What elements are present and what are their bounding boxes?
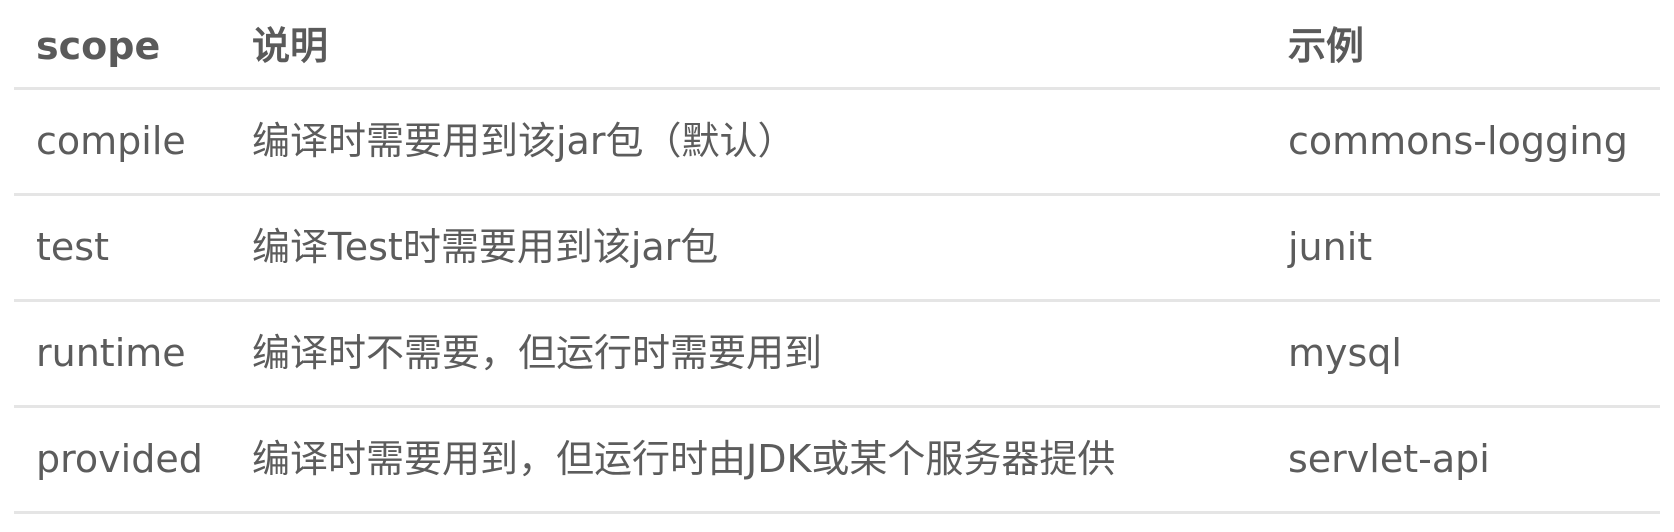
cell-description: 编译时不需要，但运行时需要用到 — [230, 300, 1266, 408]
page: scope 说明 示例 compile 编译时需要用到该jar包（默认） com… — [0, 0, 1674, 532]
cell-example: junit — [1266, 194, 1660, 302]
table-header: scope 说明 示例 — [14, 0, 1660, 90]
table-body: compile 编译时需要用到该jar包（默认） commons-logging… — [14, 88, 1660, 514]
header-scope: scope — [14, 0, 230, 90]
header-row: scope 说明 示例 — [14, 0, 1660, 90]
table-row: provided 编译时需要用到，但运行时由JDK或某个服务器提供 servle… — [14, 406, 1660, 514]
cell-description: 编译时需要用到，但运行时由JDK或某个服务器提供 — [230, 406, 1266, 514]
table-row: compile 编译时需要用到该jar包（默认） commons-logging — [14, 88, 1660, 196]
cell-scope: compile — [14, 88, 230, 196]
cell-scope: provided — [14, 406, 230, 514]
cell-description: 编译时需要用到该jar包（默认） — [230, 88, 1266, 196]
cell-scope: runtime — [14, 300, 230, 408]
cell-example: mysql — [1266, 300, 1660, 408]
table-row: runtime 编译时不需要，但运行时需要用到 mysql — [14, 300, 1660, 408]
cell-scope: test — [14, 194, 230, 302]
cell-description: 编译Test时需要用到该jar包 — [230, 194, 1266, 302]
scope-table: scope 说明 示例 compile 编译时需要用到该jar包（默认） com… — [14, 0, 1660, 514]
table-row: test 编译Test时需要用到该jar包 junit — [14, 194, 1660, 302]
header-description: 说明 — [230, 0, 1266, 90]
cell-example: commons-logging — [1266, 88, 1660, 196]
cell-example: servlet-api — [1266, 406, 1660, 514]
header-example: 示例 — [1266, 0, 1660, 90]
